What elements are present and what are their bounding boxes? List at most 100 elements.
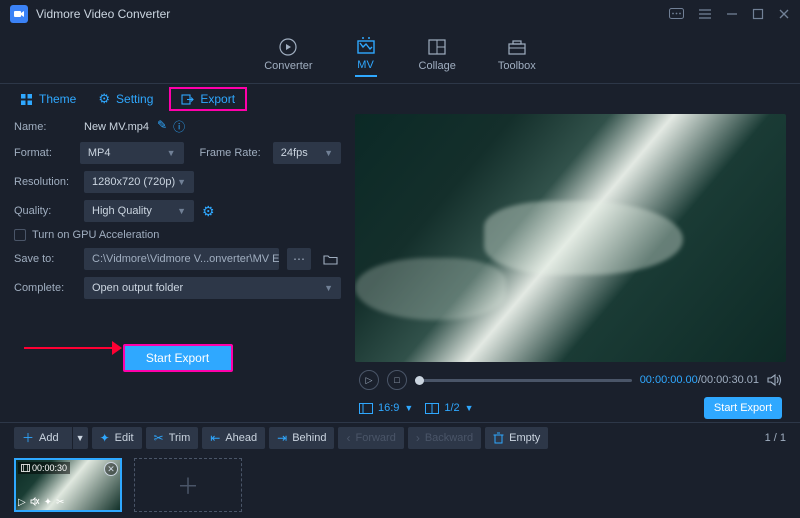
tab-setting[interactable]: ⚙ Setting <box>92 87 159 111</box>
theme-icon <box>20 93 33 106</box>
saveto-input[interactable]: C:\Vidmore\Vidmore V...onverter\MV Expor… <box>84 248 279 270</box>
ahead-label: Ahead <box>225 432 257 444</box>
name-label: Name: <box>14 121 76 133</box>
window-controls <box>669 8 790 21</box>
video-preview[interactable] <box>355 114 786 362</box>
collage-icon <box>426 36 448 58</box>
start-export-label: Start Export <box>146 351 209 365</box>
tab-export-label: Export <box>200 92 235 106</box>
format-label: Format: <box>14 147 72 159</box>
info-icon[interactable]: ⓘ <box>173 118 185 135</box>
feedback-icon[interactable] <box>669 8 684 21</box>
complete-dropdown[interactable]: Open output folder ▼ <box>84 277 341 299</box>
nav-toolbox[interactable]: Toolbox <box>498 36 536 76</box>
start-export-button[interactable]: Start Export <box>123 344 233 372</box>
forward-label: Forward <box>355 432 395 444</box>
aspect-bar: 16:9 ▼ 1/2 ▼ Start Export <box>355 394 786 422</box>
side-start-export-button[interactable]: Start Export <box>704 397 782 419</box>
browse-button[interactable]: ⋯ <box>287 248 311 270</box>
nav-mv[interactable]: MV <box>355 35 377 77</box>
gpu-checkbox[interactable]: Turn on GPU Acceleration <box>14 229 341 241</box>
chevron-down-icon: ▼ <box>167 148 176 158</box>
side-start-export-label: Start Export <box>714 402 772 414</box>
trim-button[interactable]: ✂ Trim <box>146 427 199 449</box>
tab-setting-label: Setting <box>116 92 153 106</box>
framerate-dropdown[interactable]: 24fps ▼ <box>273 142 341 164</box>
chevron-down-icon: ▼ <box>324 283 333 293</box>
chevron-left-icon: ‹ <box>346 431 350 445</box>
add-clip-button[interactable]: ＋ <box>134 458 242 512</box>
edit-button[interactable]: ✦ Edit <box>92 427 142 449</box>
add-button[interactable]: ＋ Add ▼ <box>14 427 88 449</box>
mv-icon <box>355 35 377 57</box>
player-controls: ▷ □ 00:00:00.00/00:00:30.01 <box>355 366 786 394</box>
clip-thumbnail[interactable]: 00:00:30 ✕ ▷ ✦ ✂ <box>14 458 122 512</box>
page-icon <box>425 403 439 414</box>
export-icon <box>181 93 194 106</box>
add-label: Add <box>39 432 59 444</box>
timeline-slider[interactable] <box>415 379 632 382</box>
maximize-button[interactable] <box>752 8 764 21</box>
page-dropdown[interactable]: 1/2 ▼ <box>425 402 473 414</box>
minimize-button[interactable] <box>726 8 738 21</box>
clip-remove-button[interactable]: ✕ <box>104 462 118 476</box>
clip-play-icon[interactable]: ▷ <box>18 497 26 508</box>
scissors-icon: ✂ <box>154 431 164 445</box>
chevron-down-icon: ▼ <box>324 148 333 158</box>
clip-mute-icon[interactable] <box>30 497 40 508</box>
nav-converter[interactable]: Converter <box>264 36 312 76</box>
tab-theme[interactable]: Theme <box>14 88 82 110</box>
current-time: 00:00:00.00 <box>640 374 698 386</box>
plus-icon: ＋ <box>22 429 34 446</box>
clip-effects-icon[interactable]: ✦ <box>44 497 52 508</box>
nav-collage-label: Collage <box>419 60 456 72</box>
complete-label: Complete: <box>14 282 76 294</box>
empty-button[interactable]: Empty <box>485 427 548 449</box>
quality-settings-button[interactable]: ⚙ <box>202 203 215 220</box>
toolbox-icon <box>506 36 528 58</box>
time-display: 00:00:00.00/00:00:30.01 <box>640 374 759 386</box>
plus-icon: ＋ <box>177 469 199 501</box>
tab-export[interactable]: Export <box>169 87 247 111</box>
backward-label: Backward <box>425 432 473 444</box>
stop-button[interactable]: □ <box>387 370 407 390</box>
chevron-down-icon: ▼ <box>177 206 186 216</box>
clip-tray: 00:00:30 ✕ ▷ ✦ ✂ ＋ <box>0 452 800 518</box>
aspect-ratio-dropdown[interactable]: 16:9 ▼ <box>359 402 413 414</box>
behind-label: Behind <box>292 432 326 444</box>
format-dropdown[interactable]: MP4 ▼ <box>80 142 184 164</box>
titlebar: Vidmore Video Converter <box>0 0 800 28</box>
quality-label: Quality: <box>14 205 76 217</box>
open-folder-button[interactable] <box>319 248 341 270</box>
close-button[interactable] <box>778 8 790 21</box>
quality-dropdown[interactable]: High Quality ▼ <box>84 200 194 222</box>
duration-time: 00:00:30.01 <box>701 374 759 386</box>
page-value: 1/2 <box>444 402 459 414</box>
rename-icon[interactable]: ✎ <box>157 118 167 135</box>
main-nav: Converter MV Collage Toolbox <box>0 28 800 84</box>
behind-button[interactable]: ⇥ Behind <box>269 427 334 449</box>
clip-trim-icon[interactable]: ✂ <box>56 497 64 508</box>
app-title: Vidmore Video Converter <box>36 7 669 21</box>
app-logo <box>10 5 28 23</box>
forward-button[interactable]: ‹ Forward <box>338 427 403 449</box>
saveto-value: C:\Vidmore\Vidmore V...onverter\MV Expor… <box>92 253 279 265</box>
checkbox-icon <box>14 229 26 241</box>
volume-button[interactable] <box>767 373 782 387</box>
ahead-button[interactable]: ⇤ Ahead <box>202 427 265 449</box>
framerate-label: Frame Rate: <box>200 147 265 159</box>
resolution-label: Resolution: <box>14 176 76 188</box>
preview-panel: ▷ □ 00:00:00.00/00:00:30.01 16:9 ▼ <box>355 114 800 422</box>
nav-collage[interactable]: Collage <box>419 36 456 76</box>
name-value: New MV.mp4 <box>84 121 149 133</box>
chevron-right-icon: › <box>416 431 420 445</box>
tab-theme-label: Theme <box>39 92 76 106</box>
resolution-dropdown[interactable]: 1280x720 (720p) ▼ <box>84 171 194 193</box>
menu-icon[interactable] <box>698 8 712 21</box>
add-dropdown-toggle[interactable]: ▼ <box>72 427 88 449</box>
nav-toolbox-label: Toolbox <box>498 60 536 72</box>
play-button[interactable]: ▷ <box>359 370 379 390</box>
aspect-icon <box>359 403 373 414</box>
framerate-value: 24fps <box>281 147 308 159</box>
backward-button[interactable]: › Backward <box>408 427 481 449</box>
